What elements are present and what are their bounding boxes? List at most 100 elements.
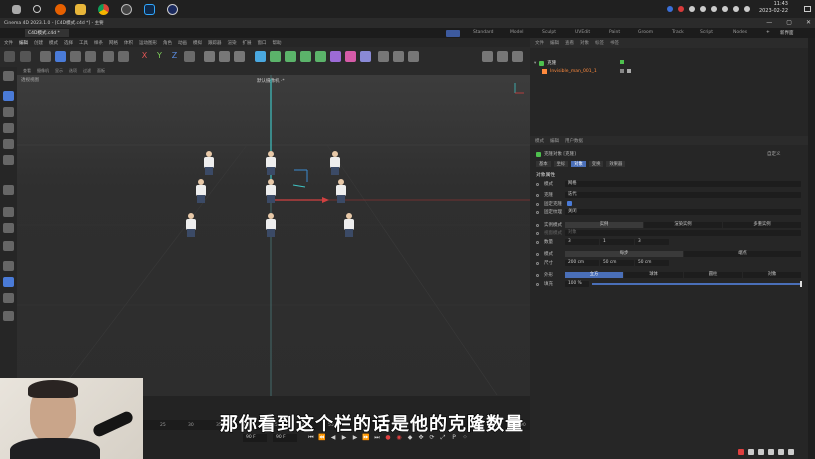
- clone-dropdown[interactable]: 迭代: [565, 192, 801, 198]
- instance-option-multi[interactable]: 多重实例: [723, 222, 801, 228]
- quantize-icon[interactable]: [3, 293, 14, 303]
- menu-file[interactable]: 文件: [4, 40, 13, 46]
- shape-option-cylinder[interactable]: 圆柱: [684, 272, 742, 278]
- system-clock[interactable]: 11:43 2023-02-22: [759, 1, 788, 15]
- search-icon[interactable]: [33, 5, 41, 13]
- count-x-field[interactable]: 3: [565, 239, 599, 245]
- object-name[interactable]: Invisible_man_001_1: [550, 69, 597, 74]
- om-tab-tags[interactable]: 标签: [595, 40, 604, 46]
- rotate-tool-icon[interactable]: [85, 51, 96, 62]
- layout-tab-nodes[interactable]: Nodes: [733, 30, 747, 35]
- snap-settings-icon[interactable]: [497, 51, 508, 62]
- subtab-transform[interactable]: 变换: [588, 161, 604, 167]
- firefox-icon[interactable]: [55, 3, 66, 15]
- workplane-icon[interactable]: [512, 51, 523, 62]
- om-tab-bookmarks[interactable]: 书签: [610, 40, 619, 46]
- clone-figure[interactable]: [265, 213, 277, 237]
- subtab-coord[interactable]: 坐标: [553, 161, 569, 167]
- extrude-icon[interactable]: [300, 51, 311, 62]
- viewport-menu-view[interactable]: 查看: [23, 68, 31, 74]
- shape-option-object[interactable]: 对象: [743, 272, 801, 278]
- layout-tab-standard[interactable]: Standard: [473, 30, 493, 35]
- layout-tab-model[interactable]: Model: [510, 30, 524, 35]
- menu-animate[interactable]: 动画: [178, 40, 187, 46]
- shape-option-cube[interactable]: 立方: [565, 272, 623, 278]
- floor-icon[interactable]: [378, 51, 389, 62]
- fill-slider[interactable]: [592, 283, 801, 285]
- y-axis-icon[interactable]: Y: [154, 51, 165, 62]
- redo-icon[interactable]: [20, 51, 31, 62]
- viewport-menu-options[interactable]: 选项: [69, 68, 77, 74]
- z-axis-icon[interactable]: Z: [169, 51, 180, 62]
- clone-figure[interactable]: [329, 151, 341, 175]
- size-y-field[interactable]: 50 cm: [600, 260, 634, 266]
- menu-window[interactable]: 窗口: [258, 40, 267, 46]
- menu-tools[interactable]: 工具: [79, 40, 88, 46]
- subtab-object[interactable]: 对象: [571, 161, 586, 167]
- tray-app-icon[interactable]: [667, 6, 673, 12]
- object-row-invisible-man[interactable]: Invisible_man_001_1: [542, 69, 597, 74]
- fill-slider-handle[interactable]: [800, 281, 802, 287]
- expand-arrow-icon[interactable]: ▾: [534, 61, 536, 66]
- ime-icon[interactable]: [748, 449, 754, 455]
- render-settings-icon[interactable]: [234, 51, 245, 62]
- clone-figure[interactable]: [265, 179, 277, 203]
- visibility-dot[interactable]: [620, 69, 624, 73]
- viewport-mode-dropdown[interactable]: 对象: [565, 230, 801, 236]
- camera-icon[interactable]: [393, 51, 404, 62]
- viewport-menu-filter[interactable]: 过滤: [83, 68, 91, 74]
- layout-tab-track[interactable]: Track: [672, 30, 684, 35]
- ime-icon[interactable]: [758, 449, 764, 455]
- size-z-field[interactable]: 50 cm: [635, 260, 669, 266]
- file-explorer-icon[interactable]: [75, 3, 86, 15]
- 3d-viewport[interactable]: 透视视图 默认摄像机 ·*: [17, 75, 530, 396]
- am-tab-edit[interactable]: 编辑: [550, 138, 559, 144]
- menu-help[interactable]: 帮助: [273, 40, 282, 46]
- snap-tool-icon[interactable]: [3, 241, 14, 251]
- clone-figure[interactable]: [203, 151, 215, 175]
- coordinate-system-icon[interactable]: [184, 51, 195, 62]
- visibility-dot[interactable]: [620, 60, 624, 64]
- preset-dropdown[interactable]: 自定义: [767, 151, 781, 157]
- layout-icon[interactable]: [446, 30, 460, 37]
- tag-icon[interactable]: [627, 69, 631, 73]
- deformer-icon[interactable]: [330, 51, 341, 62]
- mode-dropdown[interactable]: 网格: [565, 181, 801, 187]
- tray-app-icon[interactable]: [733, 6, 739, 12]
- om-tab-object[interactable]: 对象: [580, 40, 589, 46]
- viewport-menu-camera[interactable]: 摄像机: [37, 68, 49, 74]
- fix-clone-checkbox[interactable]: [567, 201, 572, 206]
- pattern-option-per-step[interactable]: 每步: [565, 251, 683, 257]
- effector-icon[interactable]: [345, 51, 356, 62]
- menu-mode[interactable]: 模式: [49, 40, 58, 46]
- render-view-icon[interactable]: [204, 51, 215, 62]
- obs-icon[interactable]: [121, 3, 132, 15]
- shape-option-sphere[interactable]: 球体: [624, 272, 683, 278]
- om-tab-view[interactable]: 查看: [565, 40, 574, 46]
- cinema4d-icon[interactable]: [167, 3, 178, 15]
- menu-select[interactable]: 选择: [64, 40, 73, 46]
- tray-app-icon[interactable]: [744, 6, 750, 12]
- menu-mesh[interactable]: 网格: [109, 40, 118, 46]
- om-tab-file[interactable]: 文件: [535, 40, 544, 46]
- clone-figure[interactable]: [185, 213, 197, 237]
- add-layout-icon[interactable]: +: [766, 30, 770, 35]
- menu-simulate[interactable]: 模拟: [193, 40, 202, 46]
- count-z-field[interactable]: 3: [635, 239, 669, 245]
- model-mode-icon[interactable]: [3, 91, 14, 101]
- om-tab-edit[interactable]: 编辑: [550, 40, 559, 46]
- tray-app-icon[interactable]: [711, 6, 717, 12]
- layout-tab-sculpt[interactable]: Sculpt: [542, 30, 556, 35]
- object-name[interactable]: 克隆: [547, 60, 556, 66]
- ime-icon[interactable]: [768, 449, 774, 455]
- clone-figure[interactable]: [195, 179, 207, 203]
- menu-tracker[interactable]: 跟踪器: [208, 40, 222, 46]
- notification-icon[interactable]: [804, 6, 811, 12]
- ime-icon[interactable]: [778, 449, 784, 455]
- snap-icon[interactable]: [118, 51, 129, 62]
- pen-icon[interactable]: [270, 51, 281, 62]
- ime-icon[interactable]: [788, 449, 794, 455]
- make-editable-icon[interactable]: [3, 71, 14, 81]
- subtab-basic[interactable]: 基本: [536, 161, 551, 167]
- tray-app-icon[interactable]: [689, 6, 695, 12]
